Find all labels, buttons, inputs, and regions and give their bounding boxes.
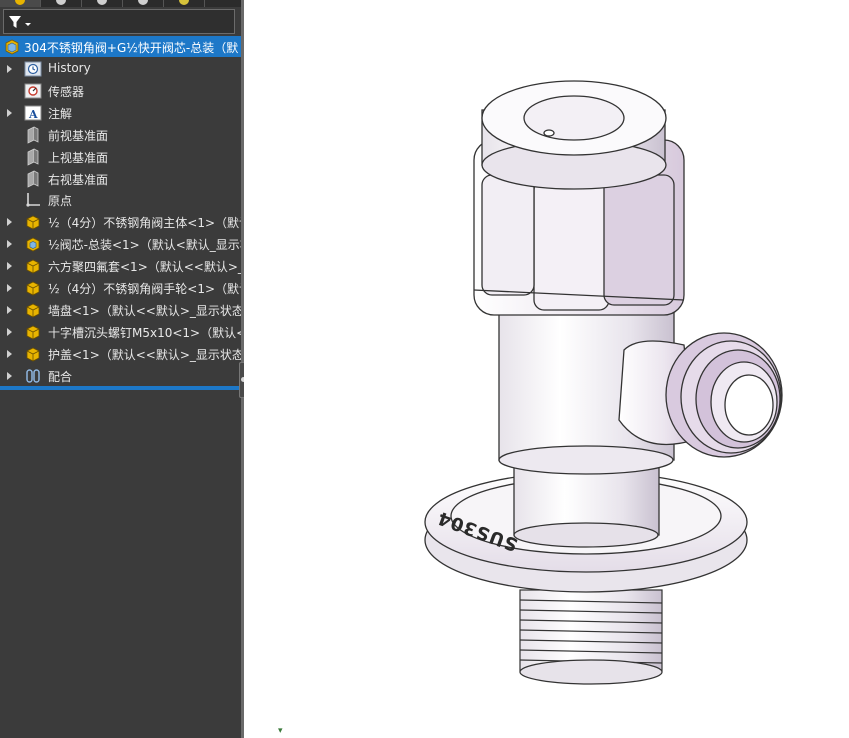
handle-cap <box>481 80 667 190</box>
expand-arrow-icon[interactable] <box>7 108 12 117</box>
tab-property-manager[interactable] <box>41 0 82 7</box>
expand-arrow-icon[interactable] <box>7 240 12 249</box>
part-icon <box>24 301 42 319</box>
sensor-icon <box>24 82 42 100</box>
feature-manager-panel: 304不锈钢角阀+G½快开阀芯-总装（默 History 传感器 A 注解前视基准面上… <box>0 0 241 738</box>
tree-item-label: 上视基准面 <box>48 150 109 165</box>
tree-item[interactable]: ½阀芯-总装<1>（默认<默认_显示状 <box>0 233 241 255</box>
expand-arrow-icon[interactable] <box>7 284 12 292</box>
annotation-icon: A <box>24 104 42 122</box>
tree-item-label: ½（4分）不锈钢角阀手轮<1>（默认 <box>48 282 241 296</box>
svg-text:A: A <box>28 108 38 121</box>
assembly-icon <box>5 39 19 55</box>
tab-feature-manager[interactable] <box>0 0 41 7</box>
tree-item[interactable]: 十字槽沉头螺钉M5x10<1>（默认< <box>0 321 241 343</box>
tree-item[interactable]: 前视基准面 <box>0 124 241 146</box>
tab-configuration-manager[interactable] <box>82 0 123 7</box>
plane-icon <box>24 169 42 188</box>
tree-item-label: 配合 <box>48 369 73 384</box>
tree-item[interactable]: ½（4分）不锈钢角阀手轮<1>（默认 <box>0 277 241 299</box>
mates-icon <box>24 367 42 385</box>
tree-item-label: 十字槽沉头螺钉M5x10<1>（默认< <box>48 325 241 340</box>
expand-arrow-icon[interactable] <box>7 327 12 336</box>
tree-item-label: 右视基准面 <box>48 172 109 187</box>
filter-icon[interactable] <box>8 14 34 30</box>
expand-arrow-icon[interactable] <box>7 65 12 73</box>
tree-item[interactable]: 原点 <box>0 189 241 211</box>
tree-item-label: 传感器 <box>48 84 85 99</box>
graphics-viewport[interactable]: SUS304 ▾ <box>244 0 849 738</box>
tree-item[interactable]: 传感器 <box>0 80 241 102</box>
tree-item[interactable]: ½（4分）不锈钢角阀主体<1>（默认 <box>0 211 241 233</box>
part-icon <box>24 213 42 231</box>
tab-display-manager[interactable] <box>164 0 205 7</box>
tree-item-label: 墙盘<1>（默认<<默认>_显示状态 <box>48 303 241 318</box>
tree-item-label: ½（4分）不锈钢角阀主体<1>（默认 <box>48 216 241 231</box>
angle-valve-model: SUS304 <box>424 80 783 685</box>
part-icon <box>24 323 42 341</box>
tree-item-label: 原点 <box>48 194 73 209</box>
plane-icon <box>24 147 42 166</box>
tree-item[interactable]: 六方聚四氟套<1>（默认<<默认>_显 <box>0 255 241 277</box>
tree-item[interactable]: History <box>0 58 241 80</box>
origin-icon <box>24 191 42 209</box>
part-icon <box>24 345 42 363</box>
tree-item[interactable]: A 注解 <box>0 102 241 124</box>
tab-dimxpert-manager[interactable] <box>123 0 164 7</box>
expand-arrow-icon[interactable] <box>7 305 12 314</box>
tree-item[interactable]: 配合 <box>0 365 241 387</box>
tree-item[interactable]: 护盖<1>（默认<<默认>_显示状态 <box>0 343 241 365</box>
view-triad-icon: ▾ <box>278 726 283 736</box>
tree-item-label: History <box>48 61 91 75</box>
tree-root-label: 304不锈钢角阀+G½快开阀芯-总装（默 <box>24 41 239 55</box>
tree-root-assembly[interactable]: 304不锈钢角阀+G½快开阀芯-总装（默 <box>0 36 241 57</box>
tree-item-label: 注解 <box>48 106 73 121</box>
tree-item-label: 护盖<1>（默认<<默认>_显示状态 <box>48 347 241 362</box>
tree-item-label: ½阀芯-总装<1>（默认<默认_显示状 <box>48 238 241 253</box>
history-icon <box>24 60 42 78</box>
part-icon <box>24 279 42 297</box>
tree-item-label: 六方聚四氟套<1>（默认<<默认>_显 <box>48 260 241 275</box>
plane-icon <box>24 126 42 144</box>
part-icon <box>24 257 42 275</box>
panel-tabs <box>0 0 241 7</box>
expand-arrow-icon[interactable] <box>7 218 12 227</box>
tree-item[interactable]: 右视基准面 <box>0 168 241 190</box>
tree-item[interactable]: 上视基准面 <box>0 146 241 168</box>
bottom-thread <box>519 589 663 685</box>
side-outlet <box>618 332 783 458</box>
tree-filter[interactable] <box>3 9 235 34</box>
expand-arrow-icon[interactable] <box>7 262 12 271</box>
rollback-bar[interactable] <box>0 386 241 390</box>
tree-item[interactable]: 墙盘<1>（默认<<默认>_显示状态 <box>0 299 241 321</box>
tree-item-label: 前视基准面 <box>48 128 109 143</box>
expand-arrow-icon[interactable] <box>7 349 12 358</box>
subassembly-icon <box>24 235 42 253</box>
expand-arrow-icon[interactable] <box>7 371 12 380</box>
